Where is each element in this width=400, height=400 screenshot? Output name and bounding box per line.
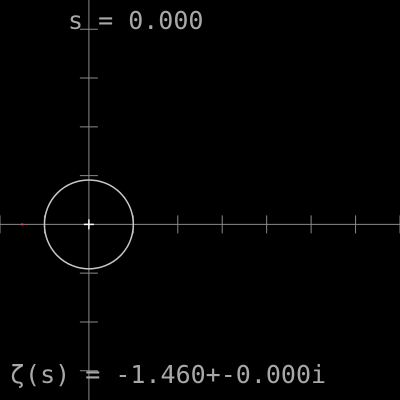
zeta-value-readout: ζ(s) = -1.460+-0.000i	[10, 360, 327, 389]
marked-point	[21, 223, 24, 226]
complex-plane-plot[interactable]	[0, 0, 400, 400]
s-value-readout: s = 0.000	[68, 6, 204, 35]
axis-ticks	[0, 28, 400, 372]
marked-points	[21, 223, 24, 226]
current-point-cursor[interactable]	[83, 219, 94, 230]
